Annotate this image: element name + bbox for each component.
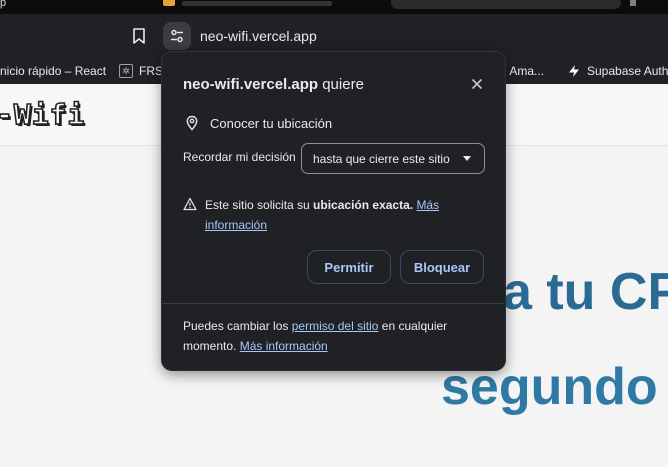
- dialog-title-suffix: quiere: [318, 76, 364, 93]
- site-logo[interactable]: -Wifi: [0, 97, 85, 132]
- location-pin-icon: [186, 115, 198, 131]
- remember-decision-select[interactable]: hasta que cierre este sitio: [301, 143, 485, 174]
- frsi-icon: ✲: [119, 64, 133, 78]
- bookmark-label: nicio rápido – React: [0, 64, 107, 78]
- remember-decision-value: hasta que cierre este sitio: [313, 151, 450, 166]
- precise-location-warning: Este sitio solicita su ubicación exacta.…: [183, 195, 483, 235]
- location-permission-dialog: neo-wifi.vercel.app quiere Conocer tu ub…: [162, 52, 505, 370]
- warning-bold-text: ubicación exacta.: [313, 198, 414, 212]
- dialog-title: neo-wifi.vercel.app quiere: [183, 76, 364, 94]
- warning-icon: [183, 197, 197, 217]
- tune-icon: [171, 29, 183, 43]
- footer-learn-more-link[interactable]: Más información: [240, 339, 328, 353]
- url-text[interactable]: neo-wifi.vercel.app: [200, 27, 317, 45]
- caret-down-icon: [463, 156, 471, 161]
- bookmark-frsi[interactable]: ✲ FRSI: [119, 63, 166, 79]
- close-button[interactable]: [466, 73, 488, 95]
- dialog-title-site: neo-wifi.vercel.app: [183, 76, 319, 93]
- footer-text: Puedes cambiar los: [183, 319, 292, 333]
- bookmark-icon[interactable]: [131, 27, 147, 45]
- site-settings-button[interactable]: [163, 22, 191, 50]
- site-permissions-link[interactable]: permiso del sitio: [292, 319, 379, 333]
- hero-heading-line1: a tu CP: [503, 263, 668, 321]
- tab-title-placeholder[interactable]: [182, 1, 332, 6]
- permission-label: Conocer tu ubicación: [210, 115, 333, 131]
- permission-row: Conocer tu ubicación: [184, 115, 332, 131]
- bookmark-amazon[interactable]: e Ama...: [500, 63, 544, 79]
- block-button[interactable]: Bloquear: [400, 250, 484, 284]
- bookmark-label: e Ama...: [500, 64, 545, 78]
- bookmark-label: Supabase Auth: [587, 64, 668, 78]
- bookmark-supabase[interactable]: Supabase Auth: [567, 63, 668, 79]
- warning-text: Este sitio solicita su: [205, 198, 314, 212]
- supabase-icon: [569, 65, 579, 77]
- tab-title-fragment[interactable]: p: [0, 0, 12, 10]
- tab-strip: p: [0, 0, 668, 14]
- close-icon: [471, 78, 483, 90]
- tab-search-pill[interactable]: [391, 0, 621, 9]
- dialog-divider: [162, 303, 505, 304]
- tab-favicon: [163, 0, 175, 6]
- bookmark-react[interactable]: nicio rápido – React: [0, 63, 106, 79]
- remember-decision-label: Recordar mi decisión: [183, 150, 296, 164]
- tab-edge-fragment: [630, 0, 636, 6]
- dialog-footer: Puedes cambiar los permiso del sitio en …: [183, 316, 483, 356]
- allow-button[interactable]: Permitir: [307, 250, 391, 284]
